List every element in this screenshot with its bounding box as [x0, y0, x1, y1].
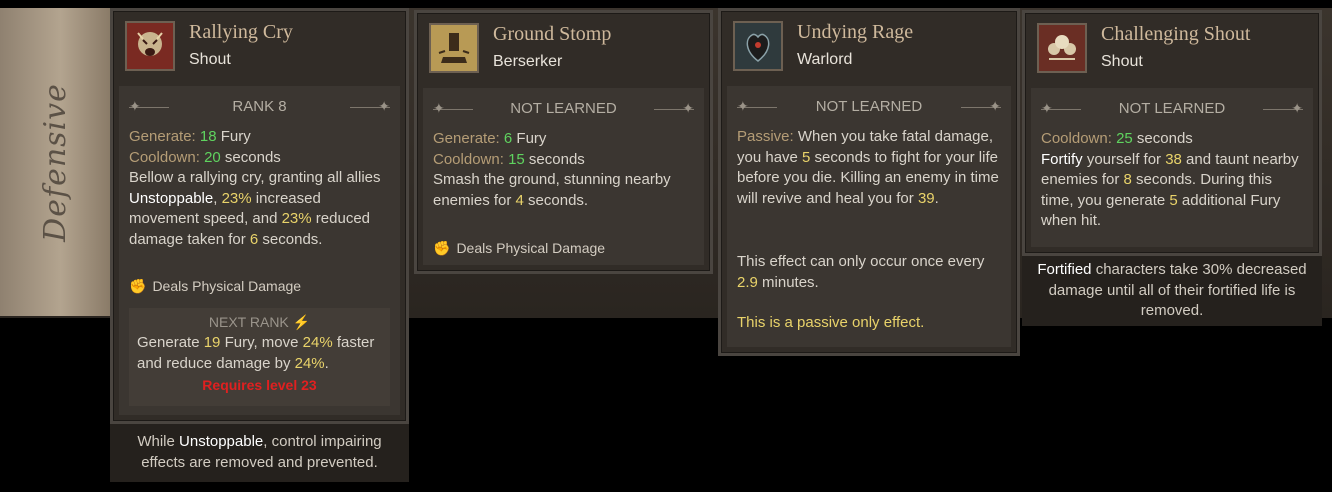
tooltip-ground-stomp: Ground Stomp Berserker ✦ NOT LEARNED ✦ G…	[414, 10, 713, 274]
rank-status: RANK 8	[232, 98, 287, 115]
skill-title: Rallying Cry	[189, 21, 293, 43]
undying-rage-icon	[733, 21, 783, 71]
divider-star-icon: ✦	[129, 98, 141, 114]
skill-stats: Cooldown: 25 seconds Fortify yourself fo…	[1041, 130, 1299, 229]
bolt-icon: ⚡	[292, 314, 311, 330]
fist-icon: ✊	[129, 278, 147, 294]
rallying-cry-icon	[125, 21, 175, 71]
skill-description: Passive: When you take fatal damage, you…	[737, 128, 999, 207]
skill-type: Shout	[189, 51, 231, 68]
passive-note: This is a passive only effect.	[737, 314, 925, 331]
divider-star-icon: ✦	[433, 100, 445, 116]
unstoppable-footer: While Unstoppable, control impairing eff…	[110, 424, 409, 482]
skill-title: Undying Rage	[797, 21, 914, 43]
rank-status: NOT LEARNED	[815, 98, 923, 115]
section-label: Defensive	[37, 82, 73, 242]
rank-row: ✦ NOT LEARNED ✦	[737, 98, 1001, 118]
ground-stomp-icon	[429, 23, 479, 73]
section-tab-defensive[interactable]: Defensive	[0, 8, 110, 316]
rank-row: ✦ NOT LEARNED ✦	[433, 100, 694, 120]
skill-stats: Generate: 6 Fury Cooldown: 15 seconds Sm…	[433, 130, 671, 209]
next-rank-label: NEXT RANK	[208, 314, 289, 330]
challenging-shout-icon	[1037, 23, 1087, 73]
rank-status: NOT LEARNED	[1118, 100, 1226, 117]
rank-status: NOT LEARNED	[510, 100, 617, 117]
divider-star-icon: ✦	[737, 98, 749, 114]
skill-type: Shout	[1101, 53, 1143, 70]
skill-type: Warlord	[797, 51, 853, 68]
divider-star-icon: ✦	[1291, 100, 1303, 116]
tooltip-challenging-shout: Challenging Shout Shout ✦ NOT LEARNED ✦ …	[1022, 10, 1322, 256]
next-rank-box: NEXT RANK ⚡ Generate 19 Fury, move 24% f…	[129, 308, 390, 406]
damage-type: ✊ Deals Physical Damage	[433, 240, 606, 256]
damage-type: ✊ Deals Physical Damage	[129, 278, 302, 294]
skill-type: Berserker	[493, 53, 563, 70]
rank-row: ✦ NOT LEARNED ✦	[1041, 100, 1303, 120]
divider-star-icon: ✦	[1041, 100, 1053, 116]
requires-level: Requires level 23	[202, 377, 317, 393]
divider-star-icon: ✦	[682, 100, 694, 116]
fortified-footer: Fortified characters take 30% decreased …	[1022, 256, 1322, 326]
next-rank-text: Generate 19 Fury, move 24% faster and re…	[137, 334, 375, 372]
skill-stats: Generate: 18 Fury Cooldown: 20 seconds B…	[129, 128, 381, 248]
skill-title: Challenging Shout	[1101, 23, 1251, 45]
tooltip-undying-rage: Undying Rage Warlord ✦ NOT LEARNED ✦ Pas…	[718, 8, 1020, 356]
skill-title: Ground Stomp	[493, 23, 612, 45]
rank-row: ✦ RANK 8 ✦	[129, 98, 390, 118]
divider-star-icon: ✦	[989, 98, 1001, 114]
skill-description-2: This effect can only occur once every 2.…	[737, 253, 985, 291]
fist-icon: ✊	[433, 240, 451, 256]
divider-star-icon: ✦	[378, 98, 390, 114]
tooltip-rallying-cry: Rallying Cry Shout ✦ RANK 8 ✦ Generate: …	[110, 8, 409, 424]
